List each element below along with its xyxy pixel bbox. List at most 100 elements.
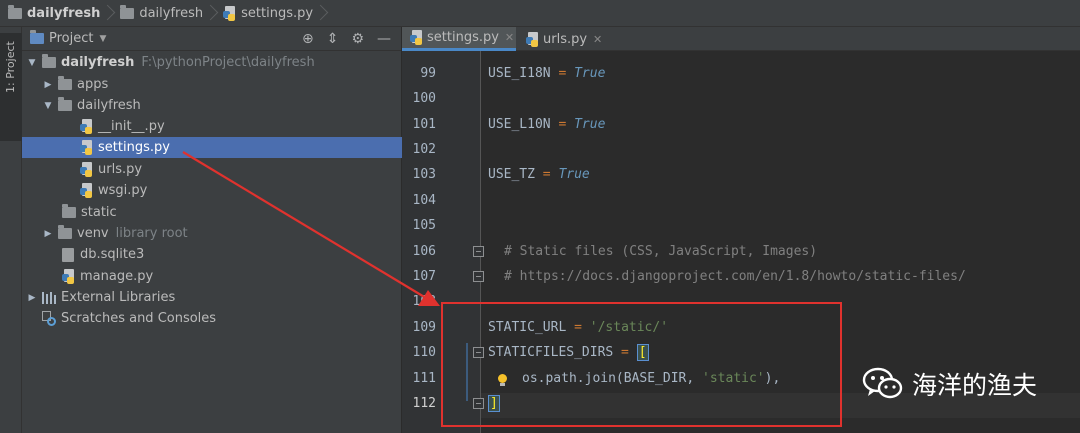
expanded-arrow-icon[interactable]: ▼ xyxy=(42,101,54,111)
project-tool-window-button[interactable]: 1: Project xyxy=(0,33,22,141)
tree-item-label: venv xyxy=(77,226,109,241)
breadcrumb-label: dailyfresh xyxy=(27,5,101,21)
tree-item-wsgi[interactable]: wsgi.py xyxy=(22,180,402,201)
breadcrumb-separator xyxy=(317,0,327,27)
code-line-101[interactable]: USE_L10N = True xyxy=(488,117,605,132)
tree-item-manage[interactable]: manage.py xyxy=(22,266,402,287)
code-bracket-open: [ xyxy=(636,344,649,361)
tree-item-settings[interactable]: settings.py xyxy=(22,137,402,158)
line-number: 103 xyxy=(412,167,436,182)
tab-label: urls.py xyxy=(543,31,588,47)
code-line-112[interactable]: ] xyxy=(488,395,500,412)
locate-file-icon[interactable]: ⊕ xyxy=(302,30,314,48)
python-file-icon xyxy=(223,5,236,21)
project-view-selector[interactable]: Project xyxy=(49,31,93,46)
line-number: 100 xyxy=(412,91,436,106)
collapse-all-icon[interactable]: ⇕ xyxy=(327,30,339,48)
close-icon[interactable]: ✕ xyxy=(593,33,602,46)
python-file-icon xyxy=(80,183,93,198)
line-number: 109 xyxy=(412,320,436,335)
code-line-103[interactable]: USE_TZ = True xyxy=(488,167,590,182)
tree-item-init[interactable]: __init__.py xyxy=(22,116,402,137)
tab-settings[interactable]: settings.py ✕ xyxy=(402,27,516,51)
tree-item-apps[interactable]: ▶ apps xyxy=(22,74,402,95)
code-keyword: True xyxy=(574,117,606,132)
breadcrumb-item-file[interactable]: settings.py xyxy=(221,0,317,27)
python-file-icon xyxy=(80,119,93,134)
code-string: '/static/' xyxy=(589,320,669,335)
breadcrumb: dailyfresh dailyfresh settings.py xyxy=(0,0,1080,27)
tree-item-static[interactable]: static xyxy=(22,202,402,223)
watermark-text: 海洋的渔夫 xyxy=(912,371,1038,400)
scratches-icon xyxy=(42,311,57,326)
collapsed-arrow-icon[interactable]: ▶ xyxy=(42,229,54,239)
folder-icon xyxy=(8,4,22,19)
folder-icon xyxy=(58,97,72,111)
folder-icon xyxy=(120,4,135,19)
tree-item-root[interactable]: ▼ dailyfresh F:\pythonProject\dailyfresh xyxy=(22,52,402,73)
collapsed-arrow-icon[interactable]: ▶ xyxy=(26,293,38,303)
code-line-111[interactable]: os.path.join(BASE_DIR, 'static'), xyxy=(522,371,780,386)
code-string: 'static' xyxy=(702,371,765,386)
hide-panel-icon[interactable]: — xyxy=(377,30,391,48)
breadcrumb-item-package[interactable]: dailyfresh xyxy=(118,0,207,27)
tree-item-dailyfresh-package[interactable]: ▼ dailyfresh xyxy=(22,95,402,116)
file-icon xyxy=(62,247,74,262)
code-line-109[interactable]: STATIC_URL = '/static/' xyxy=(488,320,668,335)
python-file-icon xyxy=(526,31,539,47)
line-number: 108 xyxy=(412,294,436,309)
close-icon[interactable]: ✕ xyxy=(505,31,514,44)
tab-urls[interactable]: urls.py ✕ xyxy=(518,27,610,51)
tree-item-scratches[interactable]: Scratches and Consoles xyxy=(22,308,402,329)
tree-item-path: F:\pythonProject\dailyfresh xyxy=(141,55,315,70)
tree-item-note: library root xyxy=(115,226,188,241)
project-tool-window-label: 1: Project xyxy=(4,41,17,93)
breadcrumb-item-project[interactable]: dailyfresh xyxy=(6,0,104,27)
fold-marker-icon[interactable] xyxy=(473,398,484,409)
folder-icon xyxy=(58,76,72,90)
breadcrumb-separator xyxy=(207,0,217,27)
tree-item-label: dailyfresh xyxy=(61,55,135,70)
watermark: 海洋的渔夫 xyxy=(862,366,1037,402)
gutter-separator xyxy=(480,51,481,433)
code-call-tail: ), xyxy=(764,371,781,386)
folder-icon xyxy=(62,204,76,218)
libraries-icon xyxy=(42,291,56,304)
project-panel: Project ▼ ⊕ ⇕ ⚙ — ▼ dailyfresh F:\python… xyxy=(22,27,402,433)
tree-item-label: settings.py xyxy=(98,140,170,155)
code-operator: = xyxy=(550,117,575,132)
gear-icon[interactable]: ⚙ xyxy=(351,30,364,48)
collapsed-arrow-icon[interactable]: ▶ xyxy=(42,80,54,90)
lightbulb-icon[interactable] xyxy=(497,374,508,387)
line-number: 106 xyxy=(412,244,436,259)
tree-item-urls[interactable]: urls.py xyxy=(22,159,402,180)
tree-item-label: urls.py xyxy=(98,162,143,177)
line-number: 101 xyxy=(412,117,436,132)
line-number: 111 xyxy=(412,371,436,386)
chevron-down-icon[interactable]: ▼ xyxy=(99,34,106,44)
folder-icon xyxy=(58,225,72,239)
fold-marker-icon[interactable] xyxy=(473,246,484,257)
expanded-arrow-icon[interactable]: ▼ xyxy=(26,58,38,68)
editor-tab-bar: settings.py ✕ urls.py ✕ xyxy=(402,27,1080,51)
tree-item-db[interactable]: db.sqlite3 xyxy=(22,244,402,265)
tree-item-label: External Libraries xyxy=(61,290,176,305)
code-line-107[interactable]: # https://docs.djangoproject.com/en/1.8/… xyxy=(504,269,966,284)
code-line-110[interactable]: STATICFILES_DIRS = [ xyxy=(488,344,649,361)
line-number: 102 xyxy=(412,142,436,157)
breadcrumb-separator xyxy=(104,0,114,27)
line-number: 110 xyxy=(412,345,436,360)
code-line-106[interactable]: # Static files (CSS, JavaScript, Images) xyxy=(504,244,817,259)
tree-item-label: apps xyxy=(77,77,109,92)
fold-marker-icon[interactable] xyxy=(473,271,484,282)
tab-label: settings.py xyxy=(427,30,499,45)
project-view-icon xyxy=(30,30,44,44)
fold-marker-icon[interactable] xyxy=(473,347,484,358)
code-line-99[interactable]: USE_I18N = True xyxy=(488,66,605,81)
code-identifier: USE_TZ xyxy=(488,167,535,182)
tree-item-venv[interactable]: ▶ venv library root xyxy=(22,223,402,244)
tree-item-external-libraries[interactable]: ▶ External Libraries xyxy=(22,287,402,308)
tree-item-label: db.sqlite3 xyxy=(80,247,145,262)
bracket-scope-marker xyxy=(466,343,468,401)
python-file-icon xyxy=(62,269,75,284)
